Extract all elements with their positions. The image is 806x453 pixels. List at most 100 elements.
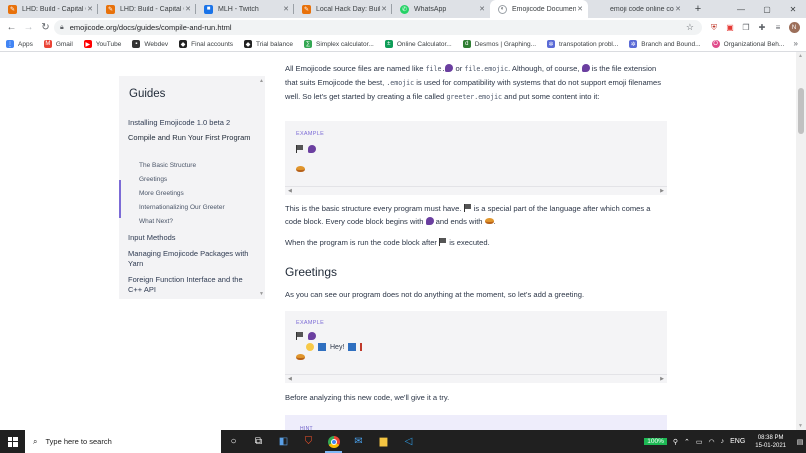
tab-lhd-build-1[interactable]: ✎ LHD: Build - Capital One✕ xyxy=(0,0,98,18)
maximize-button[interactable]: ▢ xyxy=(754,0,780,18)
greetings-heading: Greetings xyxy=(285,265,338,279)
taskbar-search[interactable]: ⌕ Type here to search xyxy=(25,430,221,453)
close-icon[interactable]: ✕ xyxy=(576,5,584,13)
sidebar-subitem-basic-structure[interactable]: The Basic Structure xyxy=(139,162,196,169)
tab-emojicode-docs[interactable]: ◐ Emojicode Documentation✕ xyxy=(490,0,588,18)
bookmark-trial-balance[interactable]: ◆ Trial balance xyxy=(244,40,293,48)
example-label: EXAMPLE xyxy=(296,320,325,326)
tab-title: Emojicode Documentation xyxy=(512,5,576,13)
close-icon[interactable]: ✕ xyxy=(380,5,388,13)
chrome-icon[interactable] xyxy=(321,430,346,453)
simplex-icon: ∑ xyxy=(304,40,312,48)
bookmark-desmos[interactable]: d Desmos | Graphing... xyxy=(462,40,536,48)
close-icon[interactable]: ✕ xyxy=(674,5,682,13)
close-icon[interactable]: ✕ xyxy=(478,5,486,13)
notification-icon[interactable]: ▤ xyxy=(794,438,806,446)
network-icon[interactable]: ▭ xyxy=(696,438,703,446)
battery-indicator[interactable]: 100% xyxy=(644,438,667,445)
task-view-icon[interactable]: ⧉ xyxy=(246,430,271,453)
lock-icon[interactable]: 🔒︎ xyxy=(60,24,64,32)
close-icon[interactable]: ✕ xyxy=(184,5,192,13)
scroll-right-icon[interactable]: ▶ xyxy=(660,188,664,194)
sidebar-item-installing[interactable]: Installing Emojicode 1.0 beta 2 xyxy=(128,118,253,128)
scroll-up-icon[interactable]: ▲ xyxy=(798,53,803,59)
url-field[interactable]: 🔒︎ emojicode.org/docs/guides/compile-and… xyxy=(54,20,702,35)
bookmarks-bar: ⋮ Apps M Gmail ▶ YouTube ▪ Webdev ◆ Final acc… xyxy=(0,37,806,52)
sidebar-subitem-greetings[interactable]: Greetings xyxy=(139,176,167,183)
cortana-icon[interactable]: ○ xyxy=(221,430,246,453)
greeting-intro-paragraph: As you can see our program does not do a… xyxy=(285,290,585,299)
code-line xyxy=(296,332,316,340)
start-button[interactable] xyxy=(0,430,25,453)
sidebar-subitem-what-next[interactable]: What Next? xyxy=(139,218,173,225)
close-icon[interactable]: ✕ xyxy=(282,5,290,13)
bookmark-online-calculator[interactable]: ± Online Calculator... xyxy=(384,40,452,48)
bookmark-organizational-behavior[interactable]: O Organizational Beh... xyxy=(711,40,784,48)
forward-button[interactable]: → xyxy=(20,22,37,33)
mlh-favicon: ■ xyxy=(204,4,213,14)
close-window-button[interactable]: ✕ xyxy=(780,0,806,18)
bookmark-transportation-problem[interactable]: ✲ transpotation probl... xyxy=(547,40,618,48)
scroll-right-icon[interactable]: ▶ xyxy=(660,376,664,382)
bookmark-gmail[interactable]: M Gmail xyxy=(43,40,73,48)
tab-lhd-build-2[interactable]: ✎ LHD: Build - Capital One✕ xyxy=(98,0,196,18)
vscode-icon[interactable]: ◁ xyxy=(396,430,421,453)
lhd-favicon: ✎ xyxy=(302,4,311,14)
brave-browser-icon[interactable]: ⛉ xyxy=(296,430,321,453)
scroll-down-icon[interactable]: ▼ xyxy=(798,423,803,429)
tab-whatsapp[interactable]: ✆ WhatsApp ✕ xyxy=(392,0,490,18)
profile-avatar[interactable]: N xyxy=(786,20,802,36)
sidebar-item-ffi[interactable]: Foreign Function Interface and the C++ A… xyxy=(128,275,253,295)
scrollbar-thumb[interactable] xyxy=(798,88,804,134)
chevron-up-icon[interactable]: ⌃ xyxy=(684,438,690,446)
language-indicator[interactable]: ENG xyxy=(730,438,745,445)
bookmark-star-icon[interactable]: ☆ xyxy=(686,22,694,33)
menu-kebab-icon[interactable]: ⋮ xyxy=(802,20,806,36)
puzzle-extension-icon[interactable]: ✚ xyxy=(754,20,770,36)
more-bookmarks-icon[interactable]: » xyxy=(794,39,798,48)
sidebar-item-input-methods[interactable]: Input Methods xyxy=(128,233,253,243)
volume-icon[interactable]: ♪ xyxy=(721,438,725,445)
bookmark-webdev[interactable]: ▪ Webdev xyxy=(132,40,168,48)
sidebar-subitem-more-greetings[interactable]: More Greetings xyxy=(139,190,184,197)
string-end-emoji-icon xyxy=(348,343,357,351)
page-scrollbar[interactable]: ▲ ▼ xyxy=(796,52,806,430)
horizontal-scrollbar[interactable]: ◀ ▶ xyxy=(285,374,667,383)
bookmark-youtube[interactable]: ▶ YouTube xyxy=(83,40,121,48)
copy-extension-icon[interactable]: ❐ xyxy=(738,20,754,36)
mail-icon[interactable]: ✉ xyxy=(346,430,371,453)
sidebar-item-compile-and-run[interactable]: Compile and Run Your First Program xyxy=(128,133,253,143)
translate-extension-icon[interactable]: ▣ xyxy=(722,20,738,36)
minimize-button[interactable]: — xyxy=(728,0,754,18)
code-line: Hey! xyxy=(306,343,363,351)
app-icon[interactable]: ◧ xyxy=(271,430,296,453)
new-tab-button[interactable]: + xyxy=(690,0,706,18)
bookmark-simplex-calculator[interactable]: ∑ Simplex calculator... xyxy=(304,40,374,48)
checkered-flag-emoji-icon xyxy=(296,145,304,153)
horizontal-scrollbar[interactable]: ◀ ▶ xyxy=(285,186,667,195)
bookmark-final-accounts[interactable]: ◆ Final accounts xyxy=(179,40,233,48)
extensions-bar: ⛨ ▣ ❐ ✚ ≡ N ⋮ xyxy=(706,18,806,37)
file-explorer-icon[interactable]: ▆ xyxy=(371,430,396,453)
back-button[interactable]: ← xyxy=(3,22,20,33)
media-control-icon[interactable]: ≡ xyxy=(770,20,786,36)
clock[interactable]: 08:38 PM 15-01-2021 xyxy=(755,434,786,450)
close-icon[interactable]: ✕ xyxy=(86,5,94,13)
shield-extension-icon[interactable]: ⛨ xyxy=(706,20,722,36)
sidebar-scroll-up-icon[interactable]: ▲ xyxy=(259,78,264,84)
tab-local-hack-day[interactable]: ✎ Local Hack Day: Build ✕ xyxy=(294,0,392,18)
sidebar-subitem-internationalizing[interactable]: Internationalizing Our Greeter xyxy=(139,204,225,211)
sidebar-item-managing-packages[interactable]: Managing Emojicode Packages with Yarn xyxy=(128,249,253,269)
bookmark-apps[interactable]: ⋮ Apps xyxy=(6,40,33,48)
bookmark-branch-and-bound[interactable]: ✲ Branch and Bound... xyxy=(629,40,701,48)
wifi-icon[interactable]: ◠ xyxy=(709,438,715,446)
scroll-left-icon[interactable]: ◀ xyxy=(288,188,292,194)
tab-mlh-twitch[interactable]: ■ MLH - Twitch ✕ xyxy=(196,0,294,18)
tab-title: emoji code online compiler xyxy=(610,5,674,13)
scroll-left-icon[interactable]: ◀ xyxy=(288,376,292,382)
tab-emoji-code-compiler[interactable]: emoji code online compiler✕ xyxy=(588,0,686,18)
reload-button[interactable]: ↻ xyxy=(37,22,54,33)
sidebar-scroll-down-icon[interactable]: ▼ xyxy=(259,291,264,297)
grapes-emoji-icon xyxy=(308,145,316,153)
person-icon[interactable]: ⚲ xyxy=(673,438,678,446)
